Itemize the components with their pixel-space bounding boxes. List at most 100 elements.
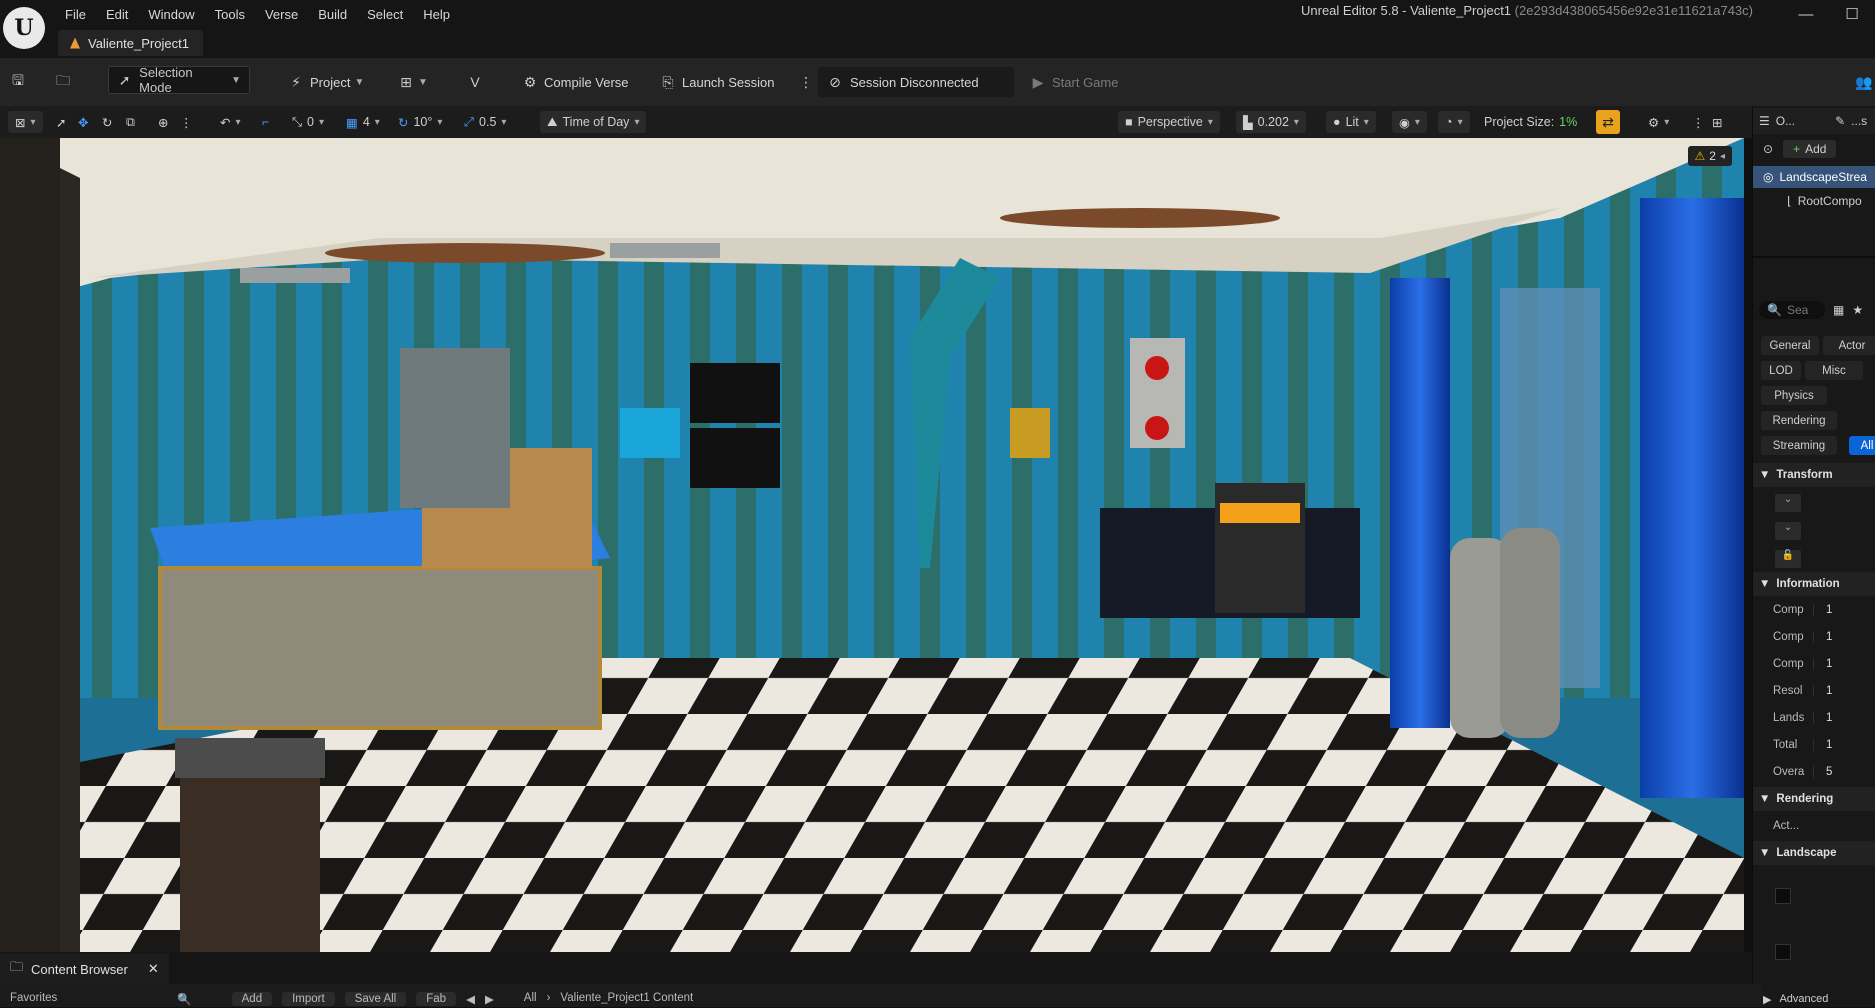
surface-snap-icon[interactable]: ↶ ▾ — [220, 106, 241, 138]
search-placeholder: Sea — [1786, 303, 1809, 317]
content-browser-icon[interactable]: 🗀 — [55, 58, 71, 106]
disconnected-icon: ⊘ — [829, 73, 841, 90]
unreal-logo-icon[interactable]: U — [3, 7, 45, 49]
menu-select[interactable]: Select — [357, 6, 413, 24]
info-row: Comp 1 — [1753, 598, 1875, 622]
translate-tool-icon[interactable]: ✥ — [78, 106, 88, 138]
outliner-icon[interactable]: ☰ — [1759, 114, 1770, 128]
session-status[interactable]: ⊘ Session Disconnected — [818, 58, 1014, 106]
warning-badge[interactable]: ⚠ 2 ◂ — [1687, 146, 1732, 166]
snap-to-floor-icon[interactable]: ⌐ — [262, 106, 269, 138]
actor-row[interactable]: ◎ LandscapeStrea — [1753, 166, 1875, 188]
scale-snap-toggle[interactable]: ⤢ 0.5 ▾ — [464, 106, 506, 138]
viewport-kebab-icon[interactable]: ⋮ — [1692, 106, 1705, 138]
category-misc[interactable]: Misc — [1805, 361, 1863, 380]
minimize-icon[interactable]: — — [1783, 0, 1829, 28]
path-project-content[interactable]: Valiente_Project1 Content — [560, 992, 693, 1004]
world-space-icon[interactable]: ⊕ — [158, 106, 168, 138]
close-icon[interactable]: ✕ — [148, 961, 159, 977]
section-information[interactable]: ▼ Information — [1753, 572, 1875, 596]
launch-session-button[interactable]: ⎘ Launch Session — [660, 58, 774, 106]
project-dropdown[interactable]: ⚡ Project ▼ — [288, 58, 364, 106]
rotate-tool-icon[interactable]: ↻ — [102, 106, 112, 138]
save-icon[interactable]: 🖫 — [10, 58, 26, 106]
category-all[interactable]: All — [1849, 436, 1875, 455]
add-actor-dropdown[interactable]: ⊞ ▼ — [398, 58, 428, 106]
menu-verse[interactable]: Verse — [255, 6, 308, 24]
path-all[interactable]: All — [524, 992, 537, 1004]
category-actor[interactable]: Actor — [1823, 336, 1875, 355]
grid-snap-toggle[interactable]: ▦ 4 ▾ — [346, 106, 380, 138]
menu-help[interactable]: Help — [413, 6, 460, 24]
compile-verse-button[interactable]: ⚙ Compile Verse — [522, 58, 629, 106]
realtime-toggle-icon[interactable]: ⇄ — [1596, 110, 1620, 134]
outliner-tab[interactable]: O... — [1776, 114, 1795, 128]
play-icon: ▶ — [1032, 73, 1044, 90]
category-rendering[interactable]: Rendering — [1761, 411, 1837, 430]
location-dropdown[interactable]: ⌄ — [1775, 494, 1801, 512]
splitter[interactable] — [1753, 256, 1875, 258]
category-lod[interactable]: LOD — [1761, 361, 1801, 380]
layout-grid-icon[interactable]: ⊞ — [1712, 106, 1722, 138]
add-component-button[interactable]: + Add — [1783, 140, 1837, 158]
advanced-row[interactable]: ▶ Advanced — [1753, 990, 1875, 1008]
section-transform[interactable]: ▼ Transform — [1753, 463, 1875, 487]
favorites-label[interactable]: Favorites — [10, 992, 57, 1004]
category-general[interactable]: General — [1761, 336, 1819, 355]
start-game-button[interactable]: ▶ Start Game — [1030, 58, 1119, 106]
cb-add-button[interactable]: Add — [231, 992, 273, 1006]
info-row: Total 1 — [1753, 733, 1875, 757]
scale-tool-icon[interactable]: ⧉ — [126, 106, 135, 138]
angle-snap-toggle[interactable]: ↻ 10° ▾ — [398, 106, 442, 138]
section-landscape[interactable]: ▼ Landscape — [1753, 841, 1875, 865]
section-rendering[interactable]: ▼ Rendering — [1753, 787, 1875, 811]
menu-window[interactable]: Window — [138, 6, 204, 24]
details-search-input[interactable]: 🔍 Sea — [1759, 301, 1825, 319]
menu-tools[interactable]: Tools — [205, 6, 255, 24]
selection-mode-dropdown[interactable]: ➚ Selection Mode ▼ — [108, 65, 250, 95]
maximize-icon[interactable]: ☐ — [1829, 0, 1875, 28]
level-viewport[interactable]: ⚠ 2 ◂ — [0, 138, 1744, 952]
viewport-options-icon[interactable]: ⊠ ▾ — [8, 106, 43, 138]
time-of-day-dropdown[interactable]: ⛰ Time of Day ▾ — [540, 106, 647, 138]
search-icon[interactable]: 🔍 — [177, 992, 191, 1006]
rotation-dropdown[interactable]: ⌄ — [1775, 522, 1801, 540]
menu-edit[interactable]: Edit — [96, 6, 138, 24]
document-tab[interactable]: Valiente_Project1 — [58, 30, 203, 56]
users-icon[interactable]: 👥 — [1855, 58, 1872, 106]
details-pencil-icon[interactable]: ✎ — [1835, 114, 1845, 128]
content-browser-tab[interactable]: 🗀 Content Browser ✕ — [0, 954, 169, 984]
cb-import-button[interactable]: Import — [282, 992, 335, 1006]
info-row: Lands 1 — [1753, 706, 1875, 730]
camera-speed-dropdown[interactable]: ▙ 0.202 ▾ — [1236, 106, 1306, 138]
performance-dropdown[interactable]: ◔ ▾ — [1438, 106, 1470, 138]
show-flags-dropdown[interactable]: ◉ ▾ — [1392, 106, 1427, 138]
perspective-dropdown[interactable]: ■ Perspective ▾ — [1118, 106, 1220, 138]
menu-file[interactable]: File — [55, 6, 96, 24]
lit-dropdown[interactable]: ● Lit ▾ — [1326, 106, 1376, 138]
landscape-material-thumbnail[interactable] — [1775, 944, 1791, 960]
landscape-material-thumbnail[interactable] — [1775, 888, 1791, 904]
cb-save-all-button[interactable]: Save All — [344, 992, 407, 1006]
root-component-row[interactable]: ⌊ RootCompo — [1753, 190, 1875, 212]
menu-build[interactable]: Build — [308, 6, 357, 24]
details-tab[interactable]: ...s — [1851, 114, 1867, 128]
select-tool-icon[interactable]: ➚ — [56, 106, 66, 138]
cb-fab-button[interactable]: Fab — [416, 992, 457, 1006]
rotate-snap-toggle[interactable]: ⤡ 0 ▾ — [292, 106, 324, 138]
category-streaming[interactable]: Streaming — [1761, 436, 1837, 455]
viewport-more-icon[interactable]: ⋮ — [180, 106, 193, 138]
scale-lock-icon[interactable]: 🔓 — [1775, 550, 1801, 568]
favorites-star-icon[interactable]: ★ — [1852, 303, 1863, 317]
session-status-label: Session Disconnected — [850, 74, 979, 90]
viewport-settings-icon[interactable]: ⚙ ▾ — [1648, 106, 1669, 138]
category-physics[interactable]: Physics — [1761, 386, 1827, 405]
add-component-label: Add — [1805, 142, 1827, 156]
sun-icon: ⛰ — [547, 114, 558, 129]
verse-icon[interactable]: V — [467, 58, 483, 106]
component-toolbar: ⊙ + Add — [1753, 136, 1875, 162]
more-options-icon[interactable]: ⋮ — [798, 58, 814, 106]
history-forward-icon[interactable]: ▶ — [485, 992, 494, 1006]
table-view-icon[interactable]: ▦ — [1833, 303, 1844, 317]
history-back-icon[interactable]: ◀ — [466, 992, 475, 1006]
